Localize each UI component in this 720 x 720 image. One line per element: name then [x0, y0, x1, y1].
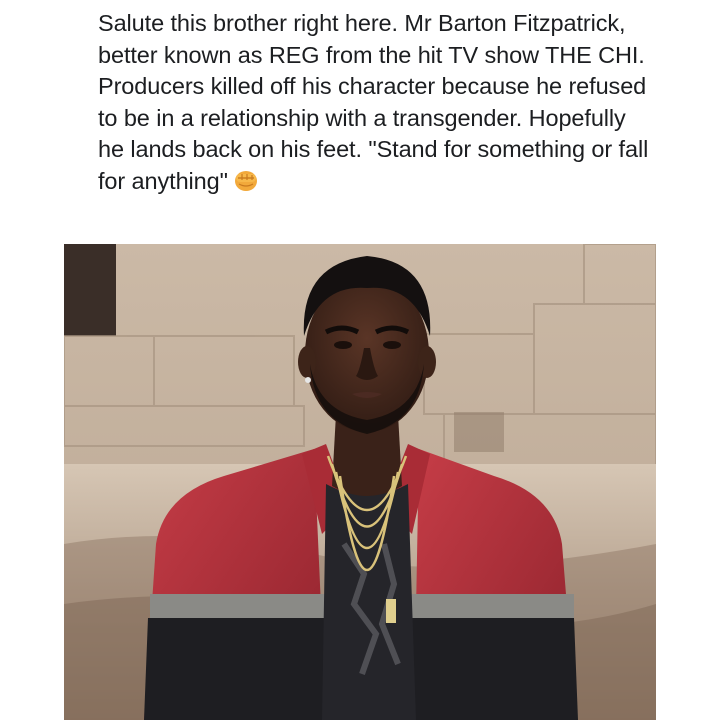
- shirt: [322, 484, 416, 720]
- doorway: [64, 244, 116, 336]
- jacket-stripe-right: [404, 594, 574, 618]
- right-ear: [418, 346, 436, 378]
- post-caption-text: Salute this brother right here. Mr Barto…: [98, 10, 649, 194]
- right-eye: [383, 341, 401, 349]
- raised-fist-icon: [232, 167, 260, 202]
- left-eye: [334, 341, 352, 349]
- photo-illustration: [64, 244, 656, 720]
- wall-shadow: [454, 412, 504, 452]
- left-ear: [298, 346, 316, 378]
- jacket-stripe-left: [150, 594, 330, 618]
- jacket-lower-left: [144, 618, 332, 720]
- photo: [64, 244, 656, 720]
- meme-canvas: Salute this brother right here. Mr Barto…: [0, 0, 720, 720]
- jacket-lower-right: [404, 618, 578, 720]
- chain-pendant: [386, 599, 396, 623]
- earring: [305, 377, 311, 383]
- post-caption: Salute this brother right here. Mr Barto…: [98, 8, 658, 201]
